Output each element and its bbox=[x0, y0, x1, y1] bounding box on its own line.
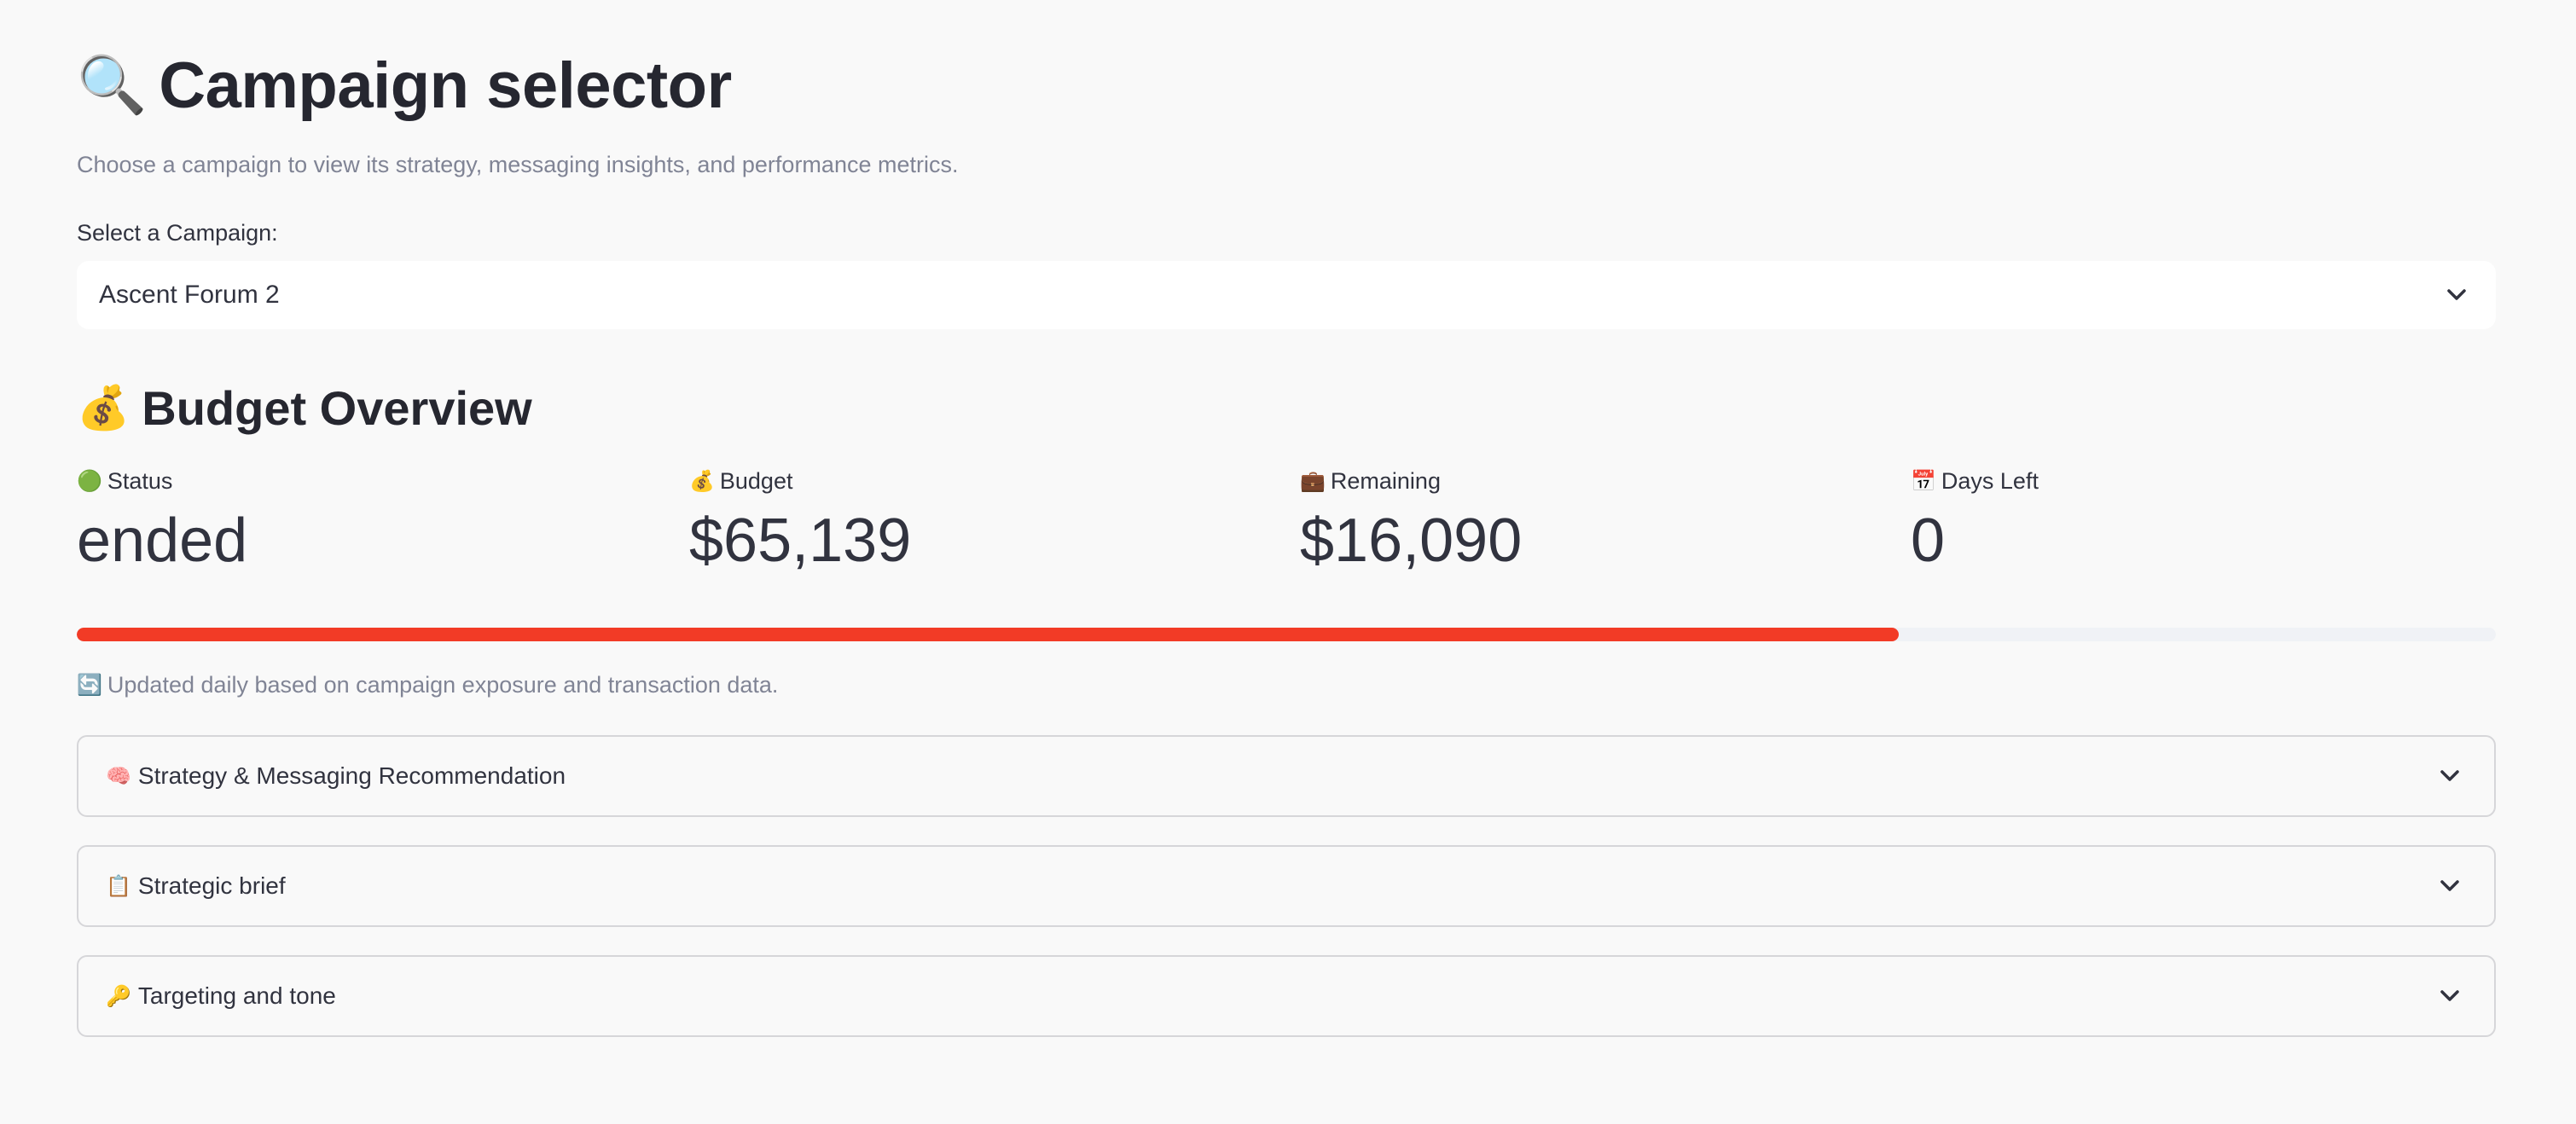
metric-value: ended bbox=[77, 507, 248, 575]
budget-overview-heading: 💰 Budget Overview bbox=[77, 375, 532, 440]
money-bag-icon: 💰 bbox=[689, 469, 715, 493]
campaign-select[interactable]: Ascent Forum 2 bbox=[77, 261, 2496, 329]
update-caption: 🔄 Updated daily based on campaign exposu… bbox=[77, 672, 778, 698]
refresh-icon: 🔄 bbox=[77, 674, 102, 697]
metric-remaining: 💼 Remaining $16,090 bbox=[1300, 464, 1897, 575]
expander-label: Targeting and tone bbox=[137, 982, 336, 1009]
magnifying-glass-icon: 🔍 bbox=[77, 52, 148, 118]
expander-label: Strategy & Messaging Recommendation bbox=[137, 762, 566, 789]
page-subtitle: Choose a campaign to view its strategy, … bbox=[77, 152, 959, 177]
calendar-icon: 📅 bbox=[1911, 469, 1936, 493]
chevron-down-icon[interactable] bbox=[2440, 278, 2474, 312]
expander-targeting-tone[interactable]: 🔑 Targeting and tone bbox=[77, 955, 2496, 1037]
metric-status: 🟢 Status ended bbox=[77, 464, 674, 575]
metric-value: $65,139 bbox=[689, 507, 912, 575]
page: 🔍 Campaign selector Choose a campaign to… bbox=[0, 0, 2576, 1124]
metric-budget: 💰 Budget $65,139 bbox=[689, 464, 1286, 575]
metric-label: Remaining bbox=[1330, 467, 1441, 494]
metric-label: Status bbox=[107, 467, 173, 494]
campaign-select-value: Ascent Forum 2 bbox=[99, 281, 280, 309]
page-title: 🔍 Campaign selector bbox=[77, 43, 732, 128]
brain-icon: 🧠 bbox=[106, 764, 131, 788]
budget-progress-fill bbox=[77, 628, 1899, 641]
expander-label: Strategic brief bbox=[137, 872, 286, 899]
clipboard-icon: 📋 bbox=[106, 874, 131, 898]
update-caption-text: Updated daily based on campaign exposure… bbox=[107, 672, 779, 698]
metric-label: Budget bbox=[719, 467, 793, 494]
chevron-down-icon[interactable] bbox=[2433, 979, 2467, 1013]
budget-progress-bar bbox=[77, 628, 2496, 641]
briefcase-icon: 💼 bbox=[1300, 469, 1326, 493]
campaign-select-label: Select a Campaign: bbox=[77, 220, 278, 246]
chevron-down-icon[interactable] bbox=[2433, 759, 2467, 793]
key-icon: 🔑 bbox=[106, 984, 131, 1008]
budget-metrics: 🟢 Status ended 💰 Budget $65,139 💼 Remain… bbox=[77, 464, 2496, 583]
budget-overview-title: Budget Overview bbox=[142, 380, 532, 435]
expander-strategy-messaging[interactable]: 🧠 Strategy & Messaging Recommendation bbox=[77, 735, 2496, 817]
page-title-text: Campaign selector bbox=[159, 49, 732, 122]
metric-value: 0 bbox=[1911, 507, 1946, 575]
metric-value: $16,090 bbox=[1300, 507, 1523, 575]
green-circle-icon: 🟢 bbox=[77, 469, 102, 493]
chevron-down-icon[interactable] bbox=[2433, 869, 2467, 903]
metric-label: Days Left bbox=[1941, 467, 2039, 494]
metric-days-left: 📅 Days Left 0 bbox=[1911, 464, 2508, 575]
expander-strategic-brief[interactable]: 📋 Strategic brief bbox=[77, 845, 2496, 927]
money-bag-icon: 💰 bbox=[77, 384, 131, 432]
